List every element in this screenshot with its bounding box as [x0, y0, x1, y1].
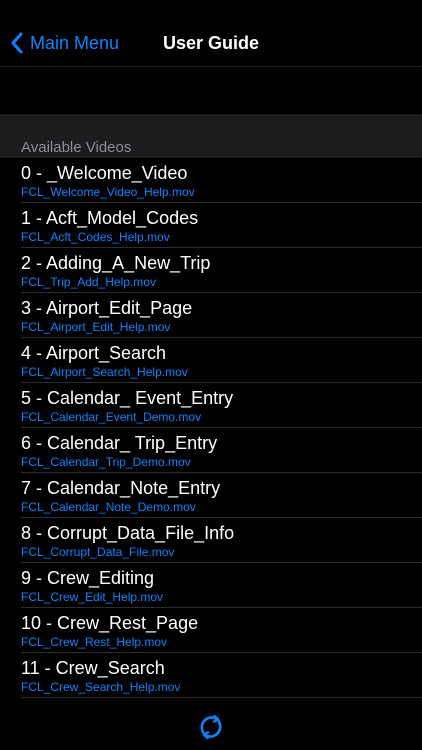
video-list-item[interactable]: 0 - _Welcome_Video FCL_Welcome_Video_Help… [0, 158, 422, 203]
video-filename: FCL_Trip_Add_Help.mov [21, 275, 156, 289]
video-filename: FCL_Calendar_Event_Demo.mov [21, 410, 202, 424]
video-title: 9 - Crew_Editing [21, 568, 155, 588]
video-title: 11 - Crew_Search [21, 658, 165, 678]
refresh-button[interactable] [196, 712, 226, 742]
video-title: 10 - Crew_Rest_Page [21, 613, 199, 633]
video-list-item[interactable]: 2 - Adding_A_New_Trip FCL_Trip_Add_Help.m… [0, 248, 422, 293]
video-title: 4 - Airport_Search [21, 343, 167, 363]
video-list-item[interactable]: 1 - Acft_Model_Codes FCL_Acft_Codes_Help.… [0, 203, 422, 248]
video-list-item[interactable]: 3 - Airport_Edit_Page FCL_Airport_Edit_He… [0, 293, 422, 338]
video-list-item[interactable]: 6 - Calendar_ Trip_Entry FCL_Calendar_Tri… [0, 428, 422, 473]
video-filename: FCL_Acft_Codes_Help.mov [21, 230, 170, 244]
video-list-item[interactable]: 9 - Crew_Editing FCL_Crew_Edit_Help.mov [0, 563, 422, 608]
video-filename: FCL_Calendar_Note_Demo.mov [21, 500, 196, 514]
video-filename: FCL_Crew_Search_Help.mov [21, 680, 181, 694]
refresh-icon [200, 715, 222, 739]
video-filename: FCL_Welcome_Video_Help.mov [21, 185, 195, 199]
video-filename: FCL_Crew_Edit_Help.mov [21, 590, 164, 604]
video-list[interactable]: 0 - _Welcome_Video FCL_Welcome_Video_Help… [0, 158, 422, 706]
video-title: 0 - _Welcome_Video [21, 163, 188, 183]
page-title: User Guide [162, 33, 260, 53]
video-list-item[interactable]: 8 - Corrupt_Data_File_Info FCL_Corrupt_Da… [0, 518, 422, 563]
video-filename: FCL_Airport_Edit_Help.mov [21, 320, 171, 334]
video-list-item[interactable]: 11 - Crew_Search FCL_Crew_Search_Help.mov [0, 653, 422, 698]
video-title: 3 - Airport_Edit_Page [21, 298, 193, 318]
bottom-toolbar [0, 706, 422, 750]
video-title: 5 - Calendar_ Event_Entry [21, 388, 234, 408]
video-filename: FCL_Airport_Search_Help.mov [21, 365, 188, 379]
video-filename: FCL_Crew_Rest_Help.mov [21, 635, 168, 649]
section-header: Available Videos [0, 114, 422, 158]
video-title: 2 - Adding_A_New_Trip [21, 253, 211, 273]
video-title: 6 - Calendar_ Trip_Entry [21, 433, 218, 453]
video-title: 8 - Corrupt_Data_File_Info [21, 523, 235, 543]
video-filename: FCL_Corrupt_Data_File.mov [21, 545, 175, 559]
video-list-item[interactable]: 4 - Airport_Search FCL_Airport_Search_Hel… [0, 338, 422, 383]
video-list-item[interactable]: 7 - Calendar_Note_Entry FCL_Calendar_Note… [0, 473, 422, 518]
section-header-label: Available Videos [21, 139, 132, 156]
video-list-item[interactable]: 5 - Calendar_ Event_Entry FCL_Calendar_Ev… [0, 383, 422, 428]
video-title: 1 - Acft_Model_Codes [21, 208, 199, 228]
navigation-bar: Main Menu User Guide [0, 0, 422, 67]
video-list-item[interactable]: 10 - Crew_Rest_Page FCL_Crew_Rest_Help.mo… [0, 608, 422, 653]
video-title: 7 - Calendar_Note_Entry [21, 478, 221, 498]
video-filename: FCL_Calendar_Trip_Demo.mov [21, 455, 191, 469]
